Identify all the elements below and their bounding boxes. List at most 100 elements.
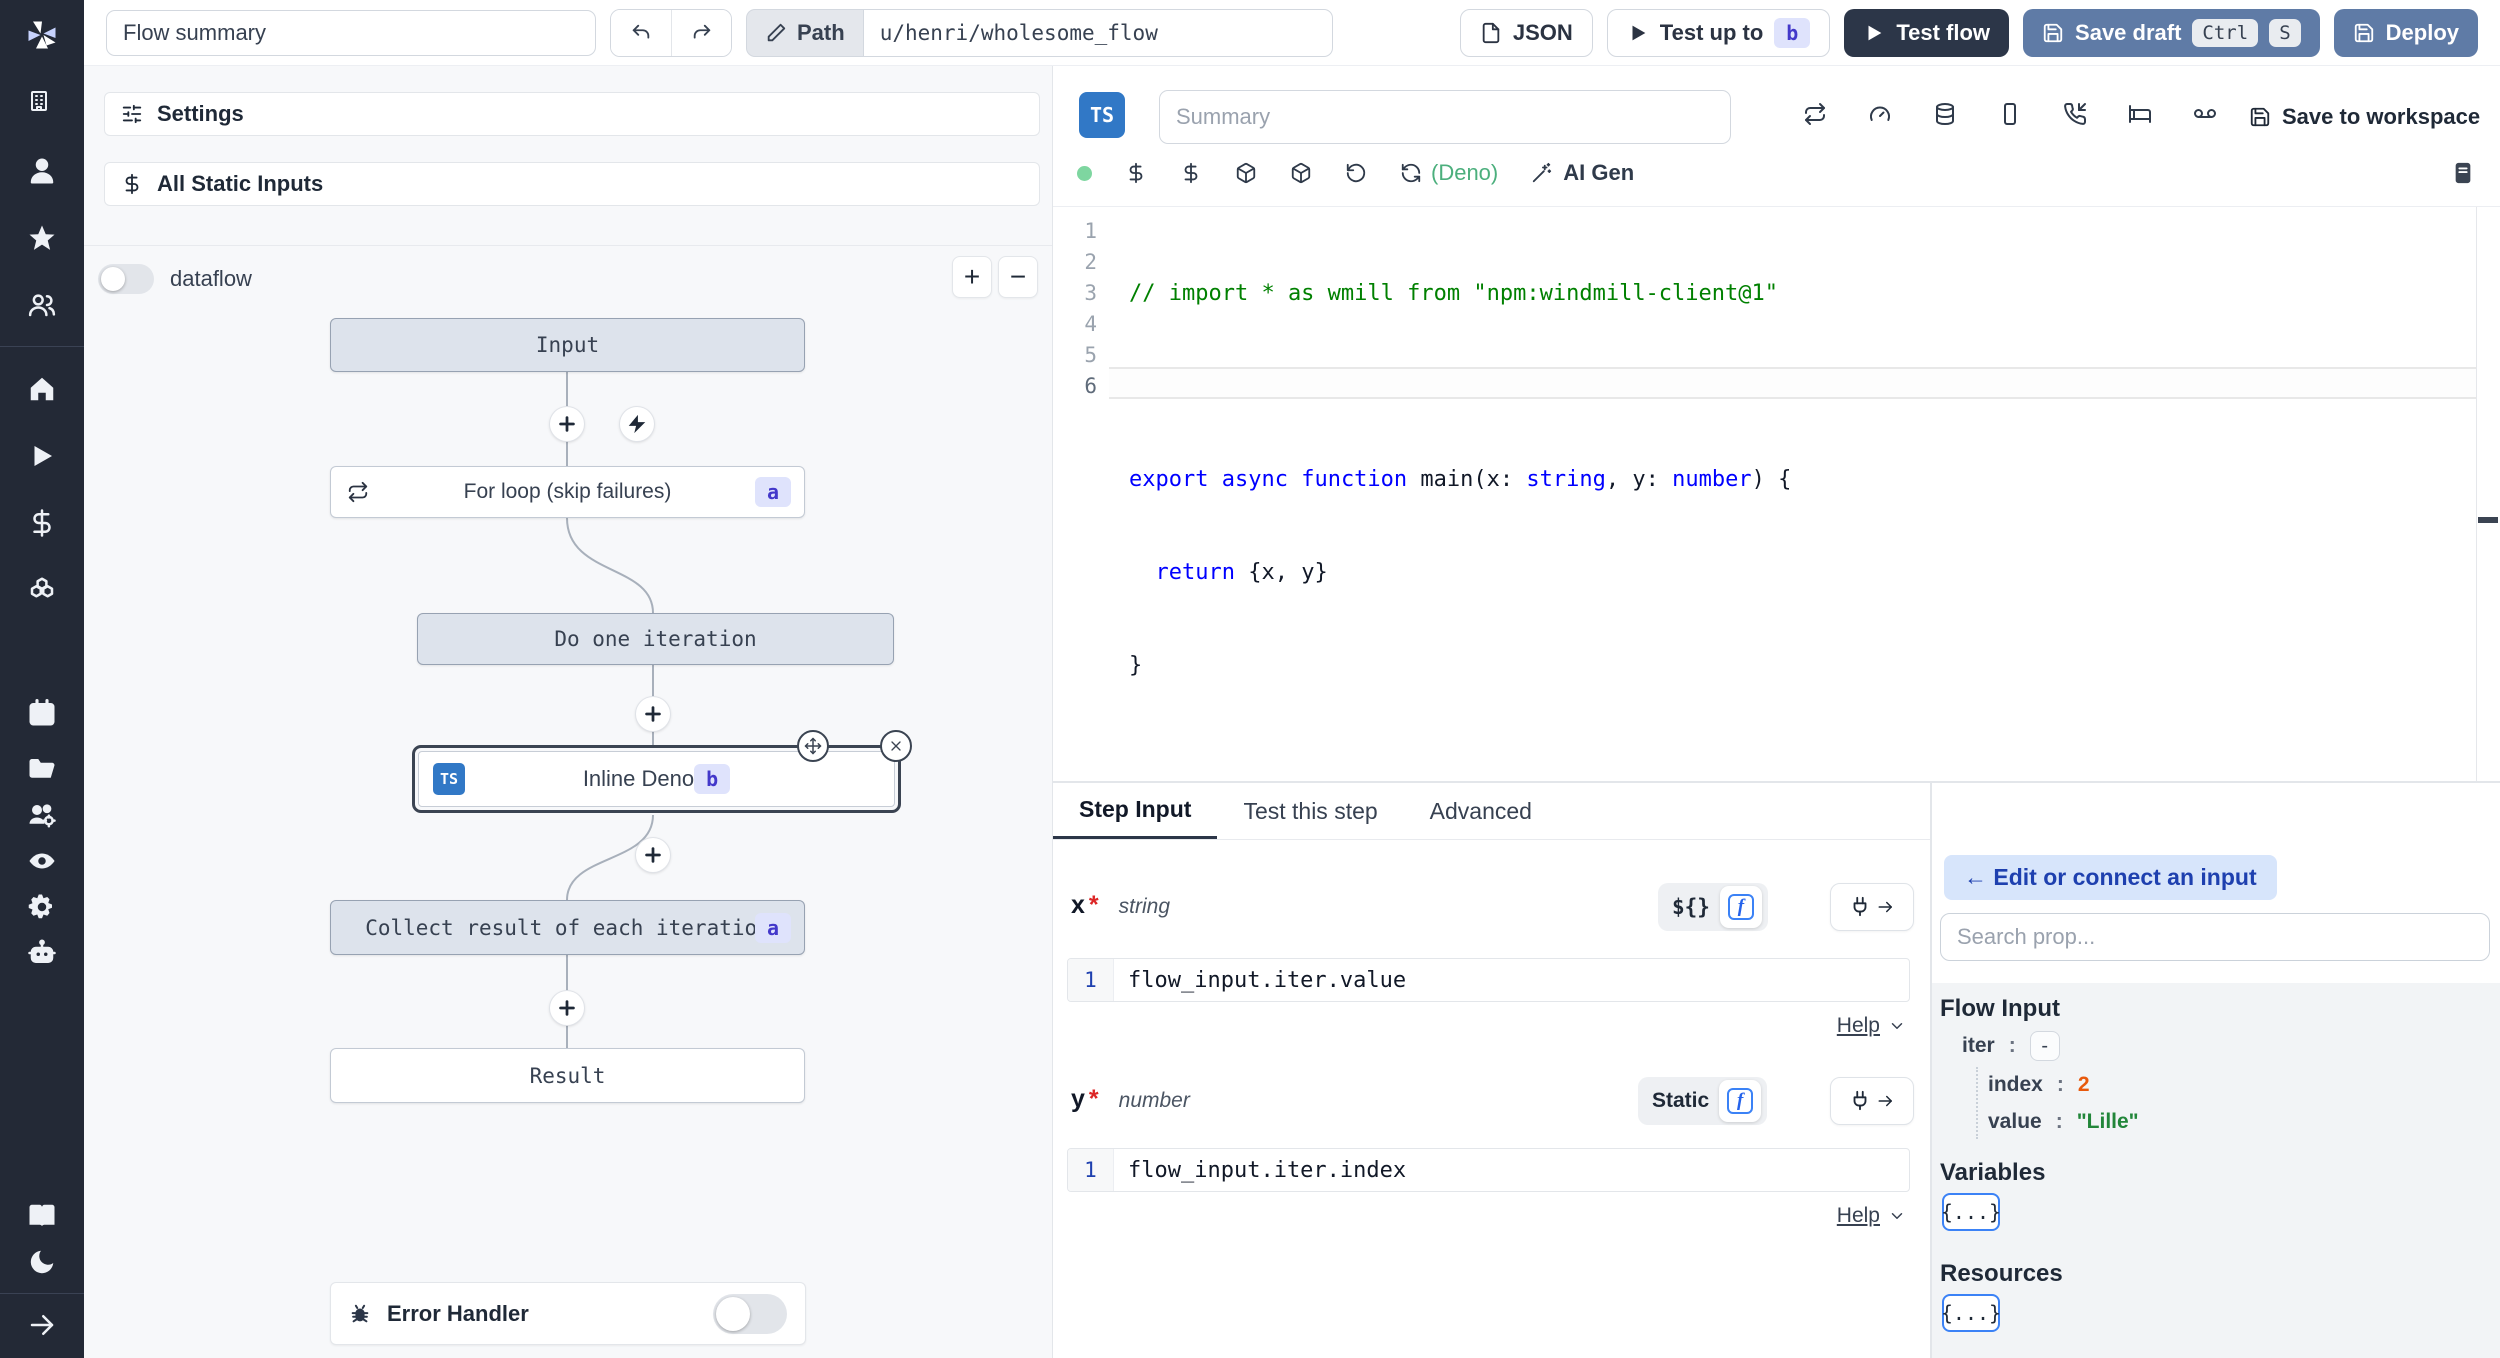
node-input[interactable]: Input (330, 318, 805, 372)
path-label-chip[interactable]: Path (746, 8, 863, 57)
sidebar-item-theme[interactable] (0, 1239, 84, 1285)
sidebar-item-workspace[interactable] (0, 70, 84, 137)
sidebar-item-schedules[interactable] (0, 679, 84, 746)
ai-gen-button[interactable]: AI Gen (1531, 160, 1634, 186)
tree-row-index[interactable]: index : 2 (1988, 1073, 2090, 1097)
concurrency-gauge-icon[interactable] (1868, 102, 1896, 130)
sleep-bed-icon[interactable] (2128, 102, 2156, 130)
field-y-mode-toggle[interactable]: Static f (1638, 1077, 1768, 1125)
node-collect-result[interactable]: Collect result of each iteration a (330, 900, 805, 955)
error-handler-toggle[interactable] (713, 1293, 787, 1334)
tab-step-input[interactable]: Step Input (1053, 783, 1218, 839)
tree-row-value[interactable]: value : "Lille" (1988, 1110, 2139, 1134)
edit-or-connect-button[interactable]: ← Edit or connect an input (1944, 855, 2277, 900)
sidebar-item-ai[interactable] (0, 930, 84, 976)
node-for-loop[interactable]: For loop (skip failures) a (330, 466, 805, 518)
flow-graph: Input For loop (skip failures) a Do one … (84, 66, 1052, 1358)
add-step-button[interactable] (636, 838, 670, 872)
field-x-mode-toggle[interactable]: ${} f (1658, 883, 1768, 931)
sidebar-item-home[interactable] (0, 355, 84, 422)
field-y-expression-editor[interactable]: 1 flow_input.iter.index (1067, 1148, 1910, 1192)
add-trigger-button[interactable] (620, 407, 654, 441)
flow-summary-input[interactable] (106, 9, 596, 56)
node-collect-result-label: Collect result of each iteration (365, 915, 770, 940)
sidebar-item-groups[interactable] (0, 792, 84, 838)
tab-advanced[interactable]: Advanced (1404, 783, 1558, 839)
field-x-help[interactable]: Help (1837, 1014, 1906, 1038)
sidebar-item-runs[interactable] (0, 422, 84, 489)
field-y-help[interactable]: Help (1837, 1204, 1906, 1228)
node-input-label: Input (535, 333, 600, 357)
delete-node-button[interactable] (880, 730, 912, 762)
template-mode-label[interactable]: ${} (1672, 895, 1710, 919)
sidebar-item-variables[interactable] (0, 489, 84, 556)
deploy-button[interactable]: Deploy (2333, 8, 2478, 57)
star-icon (27, 223, 57, 253)
sidebar-item-folders[interactable] (0, 746, 84, 792)
undo-button[interactable] (611, 9, 671, 56)
cache-database-icon[interactable] (1933, 102, 1961, 130)
json-button[interactable]: JSON (1459, 8, 1593, 57)
file-json-icon (1480, 22, 1502, 44)
add-step-button[interactable] (550, 407, 584, 441)
node-do-one-iteration[interactable]: Do one iteration (417, 613, 894, 665)
step-summary-input[interactable] (1159, 90, 1731, 144)
arrow-right-icon (27, 1310, 57, 1340)
node-inline-deno-selected[interactable]: TS Inline Deno b (412, 730, 912, 813)
add-step-button[interactable] (550, 991, 584, 1025)
sidebar-item-docs[interactable] (0, 1193, 84, 1239)
node-result[interactable]: Result (330, 1048, 805, 1103)
line-numbers: 1 2 3 4 5 6 (1084, 219, 1097, 398)
library-icon[interactable] (2452, 162, 2474, 184)
early-stop-icon[interactable] (1998, 102, 2026, 130)
flow-panel: Settings All Static Inputs dataflow + − … (84, 66, 1053, 1358)
tab-test-this-step[interactable]: Test this step (1217, 783, 1403, 839)
javascript-mode-chip[interactable]: f (1719, 1080, 1762, 1122)
tree-row-iter[interactable]: iter : - (1962, 1031, 2060, 1061)
ai-gen-label: AI Gen (1563, 160, 1635, 185)
save-draft-button[interactable]: Save draft Ctrl S (2023, 8, 2320, 57)
sidebar-item-favorites[interactable] (0, 204, 84, 271)
path-label: Path (797, 19, 845, 45)
redo-button[interactable] (671, 9, 731, 56)
move-node-button[interactable] (797, 730, 829, 762)
editor-scrollbar[interactable] (2476, 207, 2500, 781)
redo-icon (691, 22, 713, 44)
sidebar-item-workers[interactable] (0, 884, 84, 930)
retries-icon[interactable] (1803, 102, 1831, 130)
error-handler-row: Error Handler (330, 1282, 806, 1345)
package-icon[interactable] (1235, 162, 1257, 184)
sidebar-item-users[interactable] (0, 271, 84, 338)
save-to-workspace-button[interactable]: Save to workspace (2249, 104, 2480, 130)
runtime-group[interactable]: (Deno) (1400, 160, 1498, 186)
javascript-mode-chip[interactable]: f (1719, 886, 1762, 928)
suspend-phone-icon[interactable] (2063, 102, 2091, 130)
resource-dollar-icon[interactable] (1180, 162, 1202, 184)
add-step-button[interactable] (636, 697, 670, 731)
sidebar-item-user[interactable] (0, 137, 84, 204)
field-y-expression: flow_input.iter.index (1128, 1157, 1407, 1183)
static-mode-label[interactable]: Static (1652, 1089, 1709, 1113)
variable-dollar-icon[interactable] (1125, 162, 1147, 184)
code-area[interactable]: // import * as wmill from "npm:windmill-… (1129, 216, 1791, 836)
resources-expand-button[interactable]: {...} (1941, 1294, 2001, 1332)
tree-guide (1976, 1067, 1978, 1139)
windmill-logo-icon[interactable] (0, 0, 84, 70)
sidebar-item-audit[interactable] (0, 838, 84, 884)
collapse-button[interactable]: - (2029, 1031, 2060, 1061)
play-icon (27, 441, 57, 471)
field-x-connect-button[interactable] (1830, 883, 1914, 931)
history-icon[interactable] (1345, 162, 1367, 184)
sidebar-item-resources[interactable] (0, 556, 84, 623)
sidebar-expand-button[interactable] (0, 1302, 84, 1348)
connect-input-panel: ← Edit or connect an input Flow Input it… (1931, 781, 2500, 1358)
mock-voicemail-icon[interactable] (2193, 102, 2221, 130)
field-y-connect-button[interactable] (1830, 1077, 1914, 1125)
search-prop-input[interactable] (1940, 913, 2490, 961)
package-icon[interactable] (1290, 162, 1312, 184)
test-up-to-button[interactable]: Test up to b (1606, 8, 1831, 57)
field-x-expression-editor[interactable]: 1 flow_input.iter.value (1067, 958, 1910, 1002)
test-flow-button[interactable]: Test flow (1844, 8, 2010, 57)
path-input[interactable] (862, 8, 1333, 57)
variables-expand-button[interactable]: {...} (1941, 1193, 2001, 1231)
